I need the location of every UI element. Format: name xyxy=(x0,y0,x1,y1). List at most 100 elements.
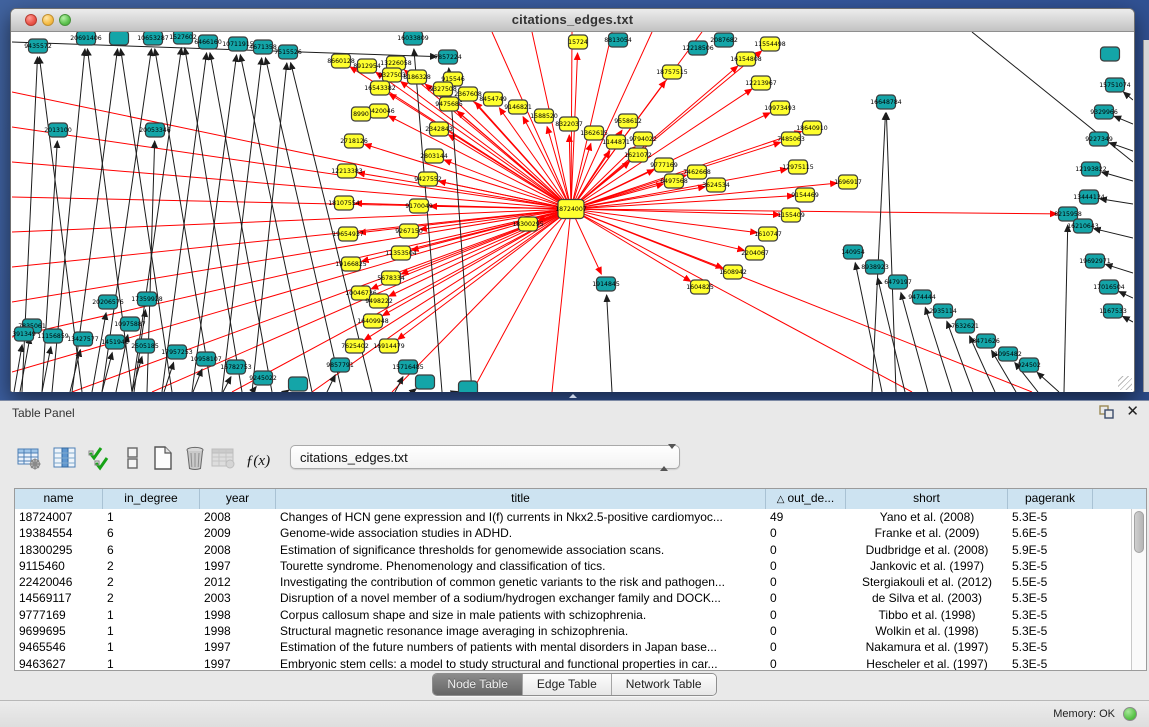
graph-node[interactable]: 1095482 xyxy=(994,347,1022,361)
graph-node[interactable]: 20053346 xyxy=(139,123,171,137)
graph-node[interactable]: 6466160 xyxy=(194,35,222,49)
import-table-icon[interactable] xyxy=(208,443,238,473)
citation-network-graph[interactable]: 9435572206914061065328715276026466160107… xyxy=(12,32,1133,392)
column-header-short[interactable]: short xyxy=(846,489,1008,509)
table-row[interactable]: 911546021997Tourette syndrome. Phenomeno… xyxy=(15,558,1131,574)
graph-node[interactable] xyxy=(416,375,435,389)
network-canvas[interactable]: 9435572206914061065328715276026466160107… xyxy=(11,32,1134,392)
graph-node[interactable]: 15724 xyxy=(568,35,588,49)
graph-node[interactable] xyxy=(289,377,308,391)
graph-node[interactable]: 7857224 xyxy=(434,50,462,64)
new-document-icon[interactable] xyxy=(148,443,178,473)
graph-node[interactable]: 1604825 xyxy=(686,280,714,294)
column-header-title[interactable]: title xyxy=(276,489,766,509)
graph-node[interactable]: 2935114 xyxy=(929,304,957,318)
graph-node[interactable]: 9170049 xyxy=(405,199,433,213)
graph-node[interactable]: 16914479 xyxy=(373,339,405,353)
column-chooser-icon[interactable] xyxy=(50,443,80,473)
table-row[interactable]: 969969511998Structural magnetic resonanc… xyxy=(15,623,1131,639)
table-row[interactable]: 1456911722003Disruption of a novel membe… xyxy=(15,590,1131,606)
float-panel-icon[interactable] xyxy=(1099,405,1114,419)
memory-status-indicator[interactable] xyxy=(1123,707,1137,721)
graph-node[interactable]: 1362615 xyxy=(580,126,608,140)
graph-node[interactable]: 1167533 xyxy=(1099,304,1127,318)
graph-node[interactable]: 17957253 xyxy=(161,345,193,359)
graph-node[interactable]: 1696917 xyxy=(834,175,862,189)
table-row[interactable]: 1872400712008Changes of HCN gene express… xyxy=(15,509,1131,525)
graph-node[interactable]: 9777169 xyxy=(650,158,678,172)
graph-node[interactable]: 12193822 xyxy=(1075,162,1107,176)
graph-node[interactable]: 9857791 xyxy=(326,358,354,372)
graph-node[interactable]: 2505185 xyxy=(131,339,159,353)
graph-node[interactable]: 7515526 xyxy=(274,45,302,59)
graph-node[interactable]: 11554498 xyxy=(754,37,786,51)
resize-grip-icon[interactable] xyxy=(1118,376,1132,390)
graph-node[interactable]: 1588520 xyxy=(530,109,558,123)
graph-node[interactable]: 20206576 xyxy=(92,295,124,309)
graph-node[interactable]: 9474444 xyxy=(908,290,936,304)
graph-node[interactable]: 1451946 xyxy=(101,335,129,349)
graph-node[interactable]: 9267150 xyxy=(395,224,423,238)
function-builder-icon[interactable]: ƒ(x) xyxy=(243,446,273,476)
graph-node[interactable]: 8990 xyxy=(352,107,371,121)
graph-node[interactable]: 8912954 xyxy=(353,59,381,73)
table-row[interactable]: 2242004622012Investigating the contribut… xyxy=(15,574,1131,590)
graph-node[interactable]: 8660128 xyxy=(327,54,355,68)
graph-node[interactable] xyxy=(110,32,129,45)
graph-node[interactable]: 2803144 xyxy=(420,149,448,163)
graph-node[interactable]: 9498222 xyxy=(365,294,393,308)
graph-node[interactable]: 6497568 xyxy=(660,174,688,188)
column-header-pagerank[interactable]: pagerank xyxy=(1008,489,1093,509)
graph-node[interactable]: 11353504 xyxy=(385,246,417,260)
graph-node[interactable]: 2718126 xyxy=(340,134,368,148)
graph-node[interactable]: 18107554 xyxy=(328,196,360,210)
graph-node[interactable]: 9427552 xyxy=(414,172,442,186)
window-titlebar[interactable]: citations_edges.txt xyxy=(11,9,1134,32)
column-header-year[interactable]: year xyxy=(200,489,276,509)
graph-node[interactable]: 9154469 xyxy=(791,188,819,202)
graph-node[interactable]: 16409948 xyxy=(357,314,389,328)
graph-node[interactable]: 1914845 xyxy=(592,277,620,291)
close-panel-icon[interactable]: ✕ xyxy=(1126,404,1139,420)
graph-node[interactable]: 2087682 xyxy=(710,33,738,47)
graph-node[interactable]: 1155409 xyxy=(777,208,805,222)
table-row[interactable]: 1830029562008Estimation of significance … xyxy=(15,542,1131,558)
tab-edge-table[interactable]: Edge Table xyxy=(523,674,612,695)
graph-node[interactable]: 2204067 xyxy=(741,246,769,260)
graph-node[interactable]: 924502 xyxy=(1017,358,1041,372)
graph-node[interactable]: 9146821 xyxy=(504,100,532,114)
graph-node[interactable]: 18640910 xyxy=(796,121,828,135)
graph-node[interactable]: 9327503 xyxy=(378,68,406,82)
graph-node[interactable]: 9245022 xyxy=(249,371,277,385)
select-rows-icon[interactable] xyxy=(85,443,115,473)
table-row[interactable]: 946554611997Estimation of the future num… xyxy=(15,639,1131,655)
graph-node[interactable]: 19166825 xyxy=(335,257,367,271)
graph-node[interactable]: 9329966 xyxy=(1090,105,1118,119)
graph-node[interactable]: 7462668 xyxy=(683,165,711,179)
tab-node-table[interactable]: Node Table xyxy=(433,674,523,695)
graph-node[interactable]: 9475685 xyxy=(435,97,463,111)
graph-node[interactable]: 18757515 xyxy=(656,65,688,79)
graph-node[interactable]: 9794022 xyxy=(629,132,657,146)
graph-node[interactable]: 2013100 xyxy=(44,123,72,137)
graph-node[interactable]: 1621072 xyxy=(624,148,652,162)
column-header-out_de[interactable]: △out_de... xyxy=(766,489,846,509)
network-table-dropdown[interactable]: citations_edges.txt xyxy=(290,445,680,469)
graph-node[interactable]: 8938923 xyxy=(861,260,889,274)
graph-node[interactable]: 6479197 xyxy=(884,275,912,289)
graph-node[interactable]: 8322037 xyxy=(555,117,583,131)
graph-node[interactable]: 1527602 xyxy=(169,32,197,44)
graph-node[interactable]: 1608942 xyxy=(719,265,747,279)
table-settings-icon[interactable] xyxy=(14,443,44,473)
graph-node[interactable]: 9435572 xyxy=(24,39,52,53)
graph-node[interactable]: 391349 xyxy=(12,327,36,341)
table-row[interactable]: 977716911998Corpus callosum shape and si… xyxy=(15,607,1131,623)
graph-node[interactable]: 3624534 xyxy=(702,178,730,192)
table-row[interactable]: 1938455462009Genome-wide association stu… xyxy=(15,525,1131,541)
graph-node[interactable]: 19654937 xyxy=(332,227,364,241)
graph-node[interactable]: 9558612 xyxy=(614,114,642,128)
column-header-in_degree[interactable]: in_degree xyxy=(103,489,200,509)
graph-node[interactable]: 5678334 xyxy=(377,271,405,285)
graph-node[interactable]: 15716485 xyxy=(392,360,424,374)
graph-node[interactable]: 8454749 xyxy=(479,92,507,106)
